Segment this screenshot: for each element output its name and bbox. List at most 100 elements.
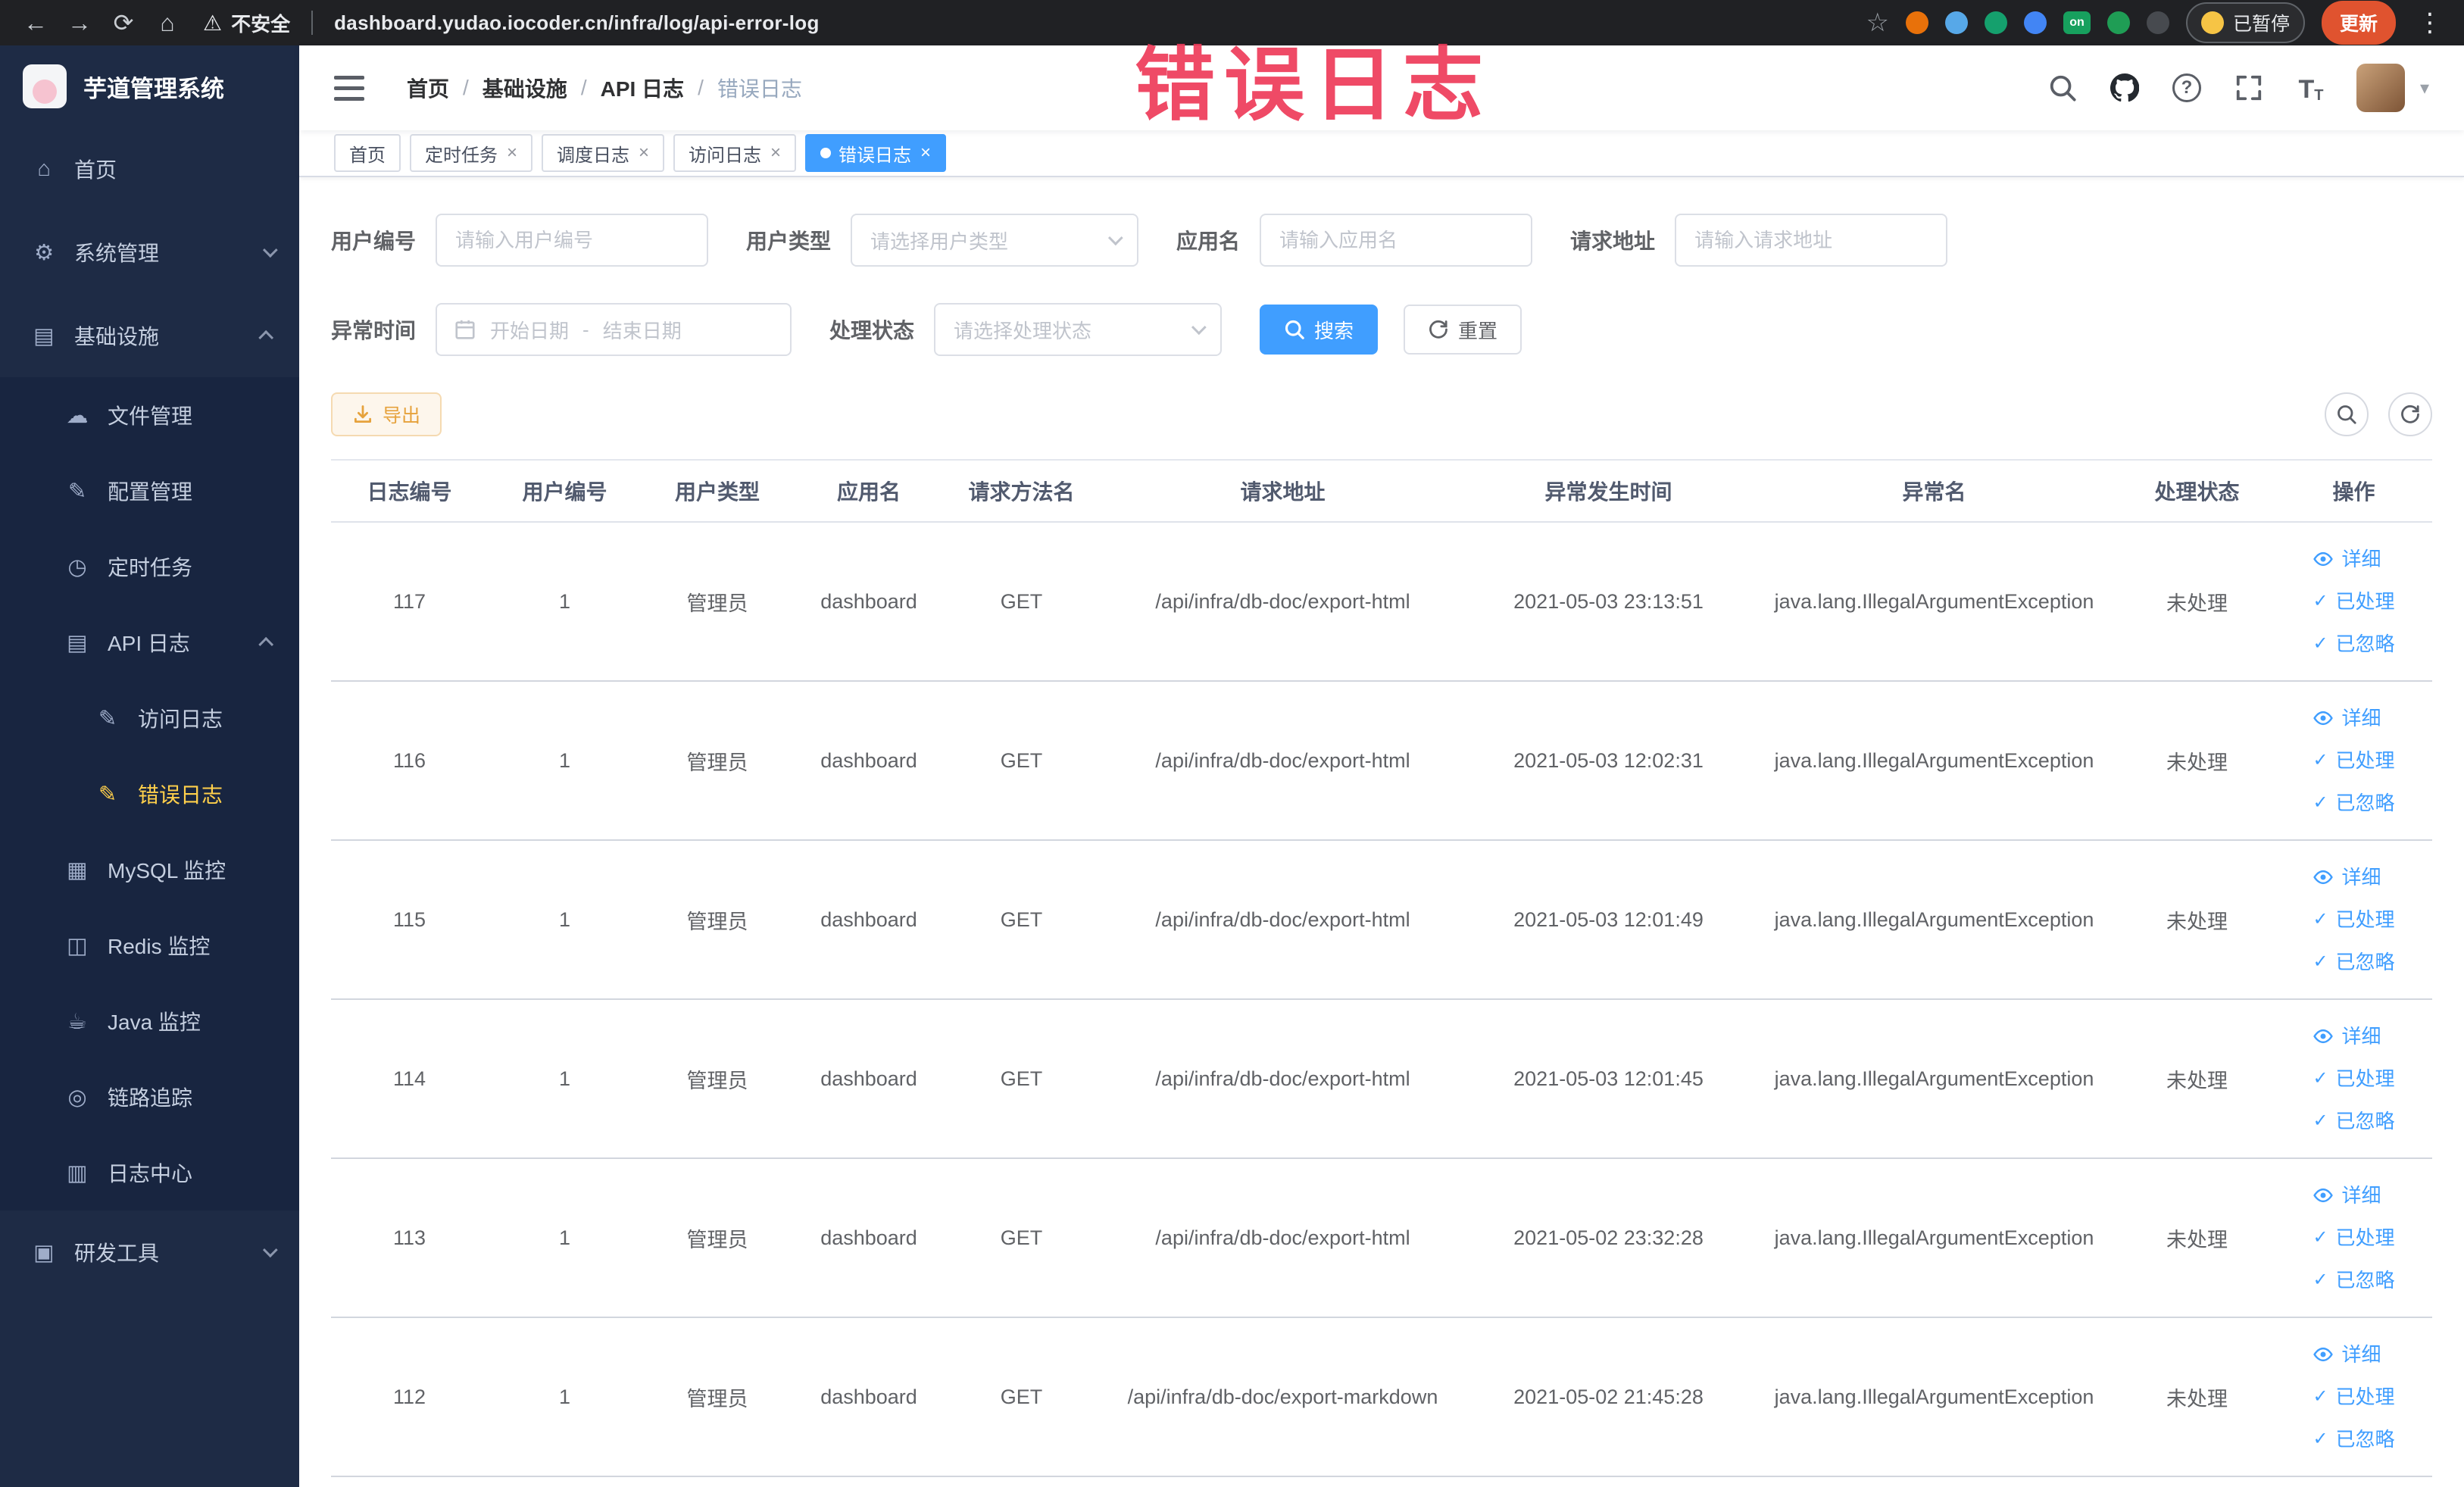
paused-badge[interactable]: 已暂停 (2185, 2, 2305, 43)
breadcrumb-item[interactable]: 基础设施 (482, 73, 567, 103)
extension-icon[interactable] (1905, 11, 1928, 34)
mark-processed-link[interactable]: ✓ 已处理 (2313, 1217, 2394, 1259)
mark-processed-link[interactable]: ✓ 已处理 (2313, 580, 2394, 623)
sidebar-item-label: MySQL 监控 (108, 859, 226, 883)
site-security-chip[interactable]: ⚠ 不安全 (203, 9, 290, 37)
avatar[interactable] (2356, 64, 2405, 112)
extension-icon[interactable] (1944, 11, 1968, 34)
tab-error-log[interactable]: 错误日志 × (805, 134, 947, 172)
mark-ignored-link[interactable]: ✓ 已忽略 (2313, 623, 2394, 665)
sidebar-item-label: 文件管理 (108, 405, 193, 428)
process-status-label: 处理状态 (829, 319, 915, 342)
process-status-select[interactable]: 请选择处理状态 (934, 303, 1223, 356)
app-name-input[interactable] (1260, 214, 1533, 267)
detail-link[interactable]: 详细 (2313, 697, 2381, 739)
close-icon[interactable]: × (507, 142, 517, 164)
cell-exception: java.lang.IllegalArgumentException (1750, 999, 2119, 1159)
tab-scheduled-jobs[interactable]: 定时任务 × (410, 134, 533, 172)
mark-processed-link[interactable]: ✓ 已处理 (2313, 1057, 2394, 1100)
sidebar-item-redis-monitor[interactable]: ◫ Redis 监控 (0, 908, 299, 983)
search-icon[interactable] (2046, 71, 2079, 105)
cell-user-id: 1 (488, 840, 642, 1000)
extension-icon[interactable] (1984, 11, 2007, 34)
mark-ignored-link[interactable]: ✓ 已忽略 (2313, 1259, 2394, 1301)
exception-time-range-picker[interactable]: 开始日期 - 结束日期 (436, 303, 792, 356)
extension-icon[interactable] (2023, 11, 2047, 34)
home-browser-icon[interactable]: ⌂ (148, 4, 186, 42)
cell-actions: 详细 ✓ 已处理 ✓ 已忽略 (2275, 999, 2432, 1159)
sidebar-item-log-center[interactable]: ▥ 日志中心 (0, 1135, 299, 1211)
sidebar-item-api-logs[interactable]: ▤ API 日志 (0, 604, 299, 680)
back-icon[interactable]: ← (17, 4, 55, 42)
cell-method: GET (945, 522, 1098, 682)
sidebar-item-error-log[interactable]: ✎ 错误日志 (0, 756, 299, 832)
eye-icon (2313, 551, 2334, 567)
reload-icon[interactable]: ⟳ (105, 4, 142, 42)
user-id-input[interactable] (436, 214, 709, 267)
cell-log-id: 115 (331, 840, 488, 1000)
detail-link[interactable]: 详细 (2313, 1333, 2381, 1376)
detail-link[interactable]: 详细 (2313, 856, 2381, 898)
forward-icon[interactable]: → (61, 4, 98, 42)
font-size-icon[interactable]: TT (2294, 71, 2328, 105)
sidebar-item-home[interactable]: ⌂ 首页 (0, 127, 299, 211)
mark-processed-link[interactable]: ✓ 已处理 (2313, 1376, 2394, 1418)
close-icon[interactable]: × (639, 142, 649, 164)
sidebar-item-java-monitor[interactable]: ☕ Java 监控 (0, 983, 299, 1059)
sidebar-item-system-management[interactable]: ⚙ 系统管理 (0, 211, 299, 294)
export-button[interactable]: 导出 (331, 392, 442, 436)
github-icon[interactable] (2108, 71, 2141, 105)
refresh-table-button[interactable] (2388, 392, 2432, 436)
avatar-caret-icon[interactable]: ▾ (2420, 77, 2429, 99)
sidebar-item-infrastructure[interactable]: ▤ 基础设施 (0, 294, 299, 377)
close-icon[interactable]: × (770, 142, 781, 164)
refresh-icon (1429, 320, 1447, 339)
collapse-sidebar-icon[interactable] (334, 75, 364, 101)
extension-icon[interactable] (2146, 11, 2169, 34)
action-label: 已忽略 (2335, 792, 2395, 814)
close-icon[interactable]: × (920, 142, 931, 164)
sidebar-item-config-management[interactable]: ✎ 配置管理 (0, 453, 299, 529)
mark-processed-link[interactable]: ✓ 已处理 (2313, 898, 2394, 941)
toggle-search-button[interactable] (2325, 392, 2369, 436)
active-dot-icon (820, 148, 832, 158)
fullscreen-icon[interactable] (2232, 71, 2266, 105)
sidebar-item-access-log[interactable]: ✎ 访问日志 (0, 680, 299, 756)
sidebar-item-mysql-monitor[interactable]: ▦ MySQL 监控 (0, 832, 299, 908)
mark-ignored-link[interactable]: ✓ 已忽略 (2313, 1100, 2394, 1142)
mark-ignored-link[interactable]: ✓ 已忽略 (2313, 1418, 2394, 1460)
cell-actions: 详细 ✓ 已处理 ✓ 已忽略 (2275, 1158, 2432, 1318)
app-logo[interactable]: 芋道管理系统 (0, 45, 299, 127)
mark-ignored-link[interactable]: ✓ 已忽略 (2313, 782, 2394, 824)
bookmark-star-icon[interactable]: ☆ (1866, 8, 1888, 38)
search-button[interactable]: 搜索 (1260, 305, 1379, 355)
extension-on-badge[interactable]: on (2063, 11, 2091, 34)
user-type-select[interactable]: 请选择用户类型 (851, 214, 1139, 267)
sidebar-item-dev-tools[interactable]: ▣ 研发工具 (0, 1211, 299, 1294)
detail-link[interactable]: 详细 (2313, 1174, 2381, 1217)
mark-processed-link[interactable]: ✓ 已处理 (2313, 739, 2394, 782)
breadcrumb-item[interactable]: 首页 (407, 73, 449, 103)
tab-access-log[interactable]: 访问日志 × (673, 134, 797, 172)
browser-menu-icon[interactable]: ⋮ (2412, 8, 2447, 38)
help-icon[interactable]: ? (2170, 71, 2203, 105)
detail-link[interactable]: 详细 (2313, 1015, 2381, 1057)
edit-document-icon: ✎ (98, 782, 117, 807)
mark-ignored-link[interactable]: ✓ 已忽略 (2313, 941, 2394, 983)
action-label: 详细 (2341, 1025, 2381, 1048)
browser-update-button[interactable]: 更新 (2321, 1, 2396, 45)
extension-icon[interactable] (2106, 11, 2130, 34)
address-bar[interactable]: dashboard.yudao.iocoder.cn/infra/log/api… (334, 11, 820, 35)
sidebar-item-file-management[interactable]: ☁ 文件管理 (0, 377, 299, 453)
cell-app-name: dashboard (793, 681, 945, 841)
tab-schedule-log[interactable]: 调度日志 × (542, 134, 665, 172)
calendar-icon (455, 320, 475, 339)
breadcrumb-item[interactable]: API 日志 (601, 73, 684, 103)
detail-link[interactable]: 详细 (2313, 538, 2381, 580)
tab-home[interactable]: 首页 (334, 134, 401, 172)
sidebar-item-scheduled-jobs[interactable]: ◷ 定时任务 (0, 529, 299, 604)
sidebar-item-trace[interactable]: ◎ 链路追踪 (0, 1059, 299, 1135)
eye-icon (2313, 870, 2334, 885)
reset-button[interactable]: 重置 (1404, 305, 1522, 355)
request-url-input[interactable] (1675, 214, 1948, 267)
